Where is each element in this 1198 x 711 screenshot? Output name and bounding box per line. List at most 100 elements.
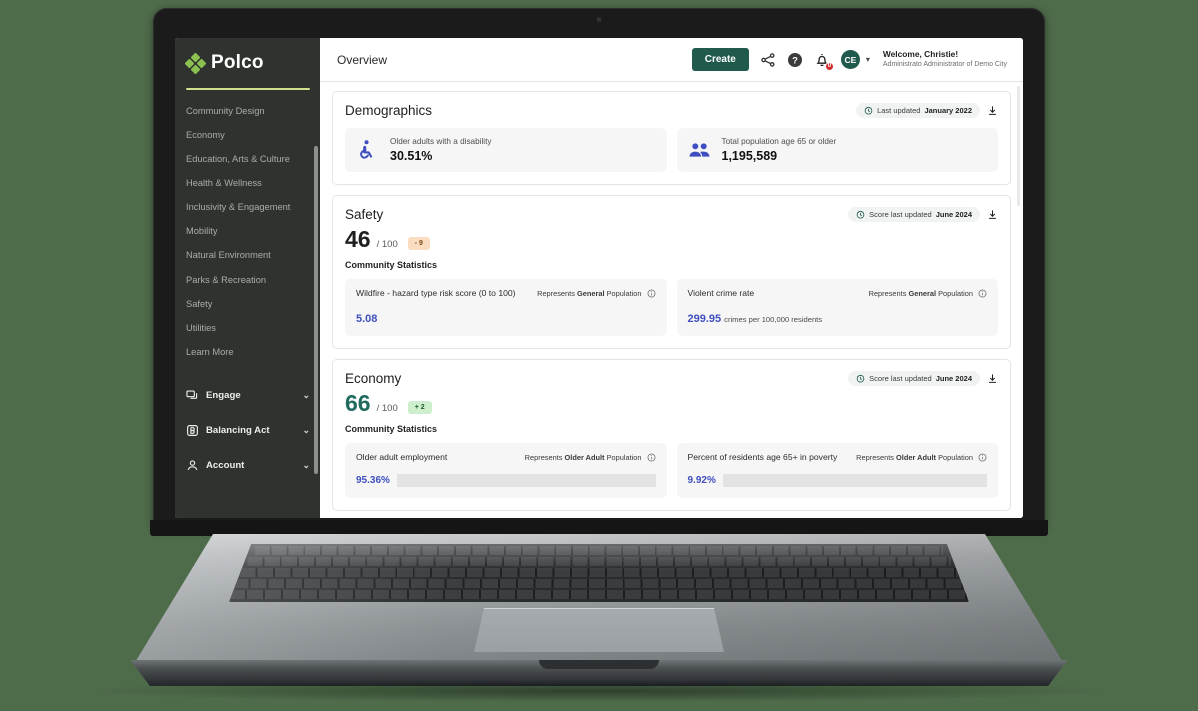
laptop-lid: Polco Community Design Economy Education… [153,8,1045,528]
sidebar-section-engage[interactable]: Engage ⌄ [175,378,320,413]
page-title: Overview [337,52,388,67]
community-statistics-heading: Community Statistics [345,260,438,270]
score-row: 46 / 100 - 9 [345,228,998,252]
share-icon[interactable] [760,52,776,68]
content-scroll-area: Demographics Last updated January 2022 O… [320,82,1023,518]
metric-grid: Older adult employment Represents Older … [345,442,998,499]
metric-name: Older adult employment [356,451,448,462]
progress-bar-track [722,474,987,488]
score-last-updated-label: Score last updated [869,373,932,383]
last-updated-pill: Last updated January 2022 [856,103,980,118]
sidebar-item-inclusivity-engagement[interactable]: Inclusivity & Engagement [186,195,310,219]
metric-value: 95.36% [356,475,390,487]
main-area: Overview Create ? 0 CE ▾ Welcome, Christ… [320,38,1023,518]
content-scrollbar[interactable] [1017,86,1020,206]
brand-logo[interactable]: Polco [175,38,320,80]
sidebar-section-balancing-act[interactable]: Balancing Act ⌄ [175,413,320,448]
metric-value: 5.08 [356,312,378,325]
sidebar-item-parks-recreation[interactable]: Parks & Recreation [186,268,310,292]
last-updated-label: Last updated [877,106,921,115]
represents-label: Represents General Population [537,288,655,298]
score-last-updated-pill: Score last updated June 2024 [848,370,980,386]
top-bar-actions: Create ? 0 CE ▾ Welcome, Christie! Admin… [691,48,1007,71]
progress-bar-track [396,474,656,488]
download-icon[interactable] [987,373,998,384]
sidebar-item-mobility[interactable]: Mobility [186,219,310,243]
sidebar-item-natural-environment[interactable]: Natural Environment [186,243,310,267]
chevron-down-icon[interactable]: ▾ [866,55,870,64]
sidebar-item-economy[interactable]: Economy [186,123,310,147]
metric-tile: Older adult employment Represents Older … [345,442,667,499]
sidebar-item-health-wellness[interactable]: Health & Wellness [186,171,310,195]
demographic-label: Older adults with a disability [390,137,492,146]
metric-tile: Wildfire - hazard type risk score (0 to … [345,279,667,336]
score-denominator: / 100 [376,402,398,414]
demographic-value: 1,195,589 [721,149,778,163]
represents-label: Represents Older Adult Population [856,452,987,462]
metric-name: Wildfire - hazard type risk score (0 to … [356,288,516,298]
metric-bar-row: 95.36% [356,474,656,488]
score-delta-badge: - 9 [407,237,430,250]
polco-diamond-logo-icon [184,52,207,74]
bell-icon[interactable]: 0 [814,52,834,71]
download-icon[interactable] [987,209,998,220]
clock-history-icon [856,374,865,383]
metric-header: Violent crime rate Represents General Po… [688,288,988,300]
info-circle-icon[interactable] [647,453,656,462]
svg-text:?: ? [792,55,798,66]
demographic-value: 30.51% [390,149,433,163]
card-title: Safety [345,207,384,222]
score-value: 66 [345,389,371,416]
application-screen: Polco Community Design Economy Education… [175,38,1023,518]
demographics-card: Demographics Last updated January 2022 O… [332,91,1011,185]
demographic-tiles: Older adults with a disability 30.51% To… [345,128,998,172]
score-last-updated-pill: Score last updated June 2024 [848,207,980,222]
score-value: 46 [345,226,371,252]
sidebar-item-utilities[interactable]: Utilities [186,316,310,340]
laptop-screen-bezel: Polco Community Design Economy Education… [175,38,1023,518]
metric-name: Percent of residents age 65+ in poverty [687,451,838,462]
last-updated-value: January 2022 [924,106,972,115]
score-row: 66 / 100 + 2 [345,389,998,416]
sidebar-item-learn-more[interactable]: Learn More [186,340,310,364]
represents-label: Represents Older Adult Population [525,452,656,462]
info-circle-icon[interactable] [647,289,656,298]
score-last-updated-value: June 2024 [935,210,972,219]
chevron-down-icon: ⌄ [302,389,310,400]
score-delta-badge: + 2 [407,400,432,414]
sidebar-item-education-arts-culture[interactable]: Education, Arts & Culture [186,147,310,171]
card-header: Safety Score last updated June 2024 [345,207,998,222]
score-denominator: / 100 [376,239,398,250]
sidebar-scrollbar[interactable] [314,146,318,474]
info-circle-icon[interactable] [978,453,987,462]
create-button[interactable]: Create [691,48,749,71]
chat-bubbles-icon [186,389,199,402]
laptop-shadow [94,680,1104,702]
laptop-hinge [150,520,1048,536]
avatar[interactable]: CE [840,50,860,69]
welcome-text: Welcome, Christie! [882,49,959,60]
metric-value: 299.95 crimes per 100,000 residents [687,312,823,325]
sidebar-item-community-design[interactable]: Community Design [186,99,310,123]
download-icon[interactable] [987,105,998,116]
question-circle-icon[interactable]: ? [787,52,803,68]
card-header: Economy Score last updated June 2024 [345,370,998,386]
economy-card: Economy Score last updated June 2024 66 … [332,358,1011,512]
laptop-base [0,520,1198,711]
notification-count-badge: 0 [824,61,834,71]
info-circle-icon[interactable] [978,289,987,298]
laptop-trackpad [474,608,724,652]
metric-grid: Wildfire - hazard type risk score (0 to … [345,279,998,336]
top-bar: Overview Create ? 0 CE ▾ Welcome, Christ… [320,38,1023,82]
sidebar-item-safety[interactable]: Safety [186,292,310,316]
metric-bar-row: 9.92% [688,474,987,488]
metric-name: Violent crime rate [687,288,755,298]
card-header: Demographics Last updated January 2022 [345,103,998,118]
sidebar-section-account[interactable]: Account ⌄ [175,448,320,483]
people-group-icon [688,139,711,162]
score-last-updated-label: Score last updated [869,210,932,219]
sidebar-section-account-label: Account [206,459,245,471]
card-title: Demographics [345,103,433,118]
wheelchair-accessible-icon [356,139,379,162]
user-role-text: Administrato Administrator of Demo City [882,61,1007,69]
